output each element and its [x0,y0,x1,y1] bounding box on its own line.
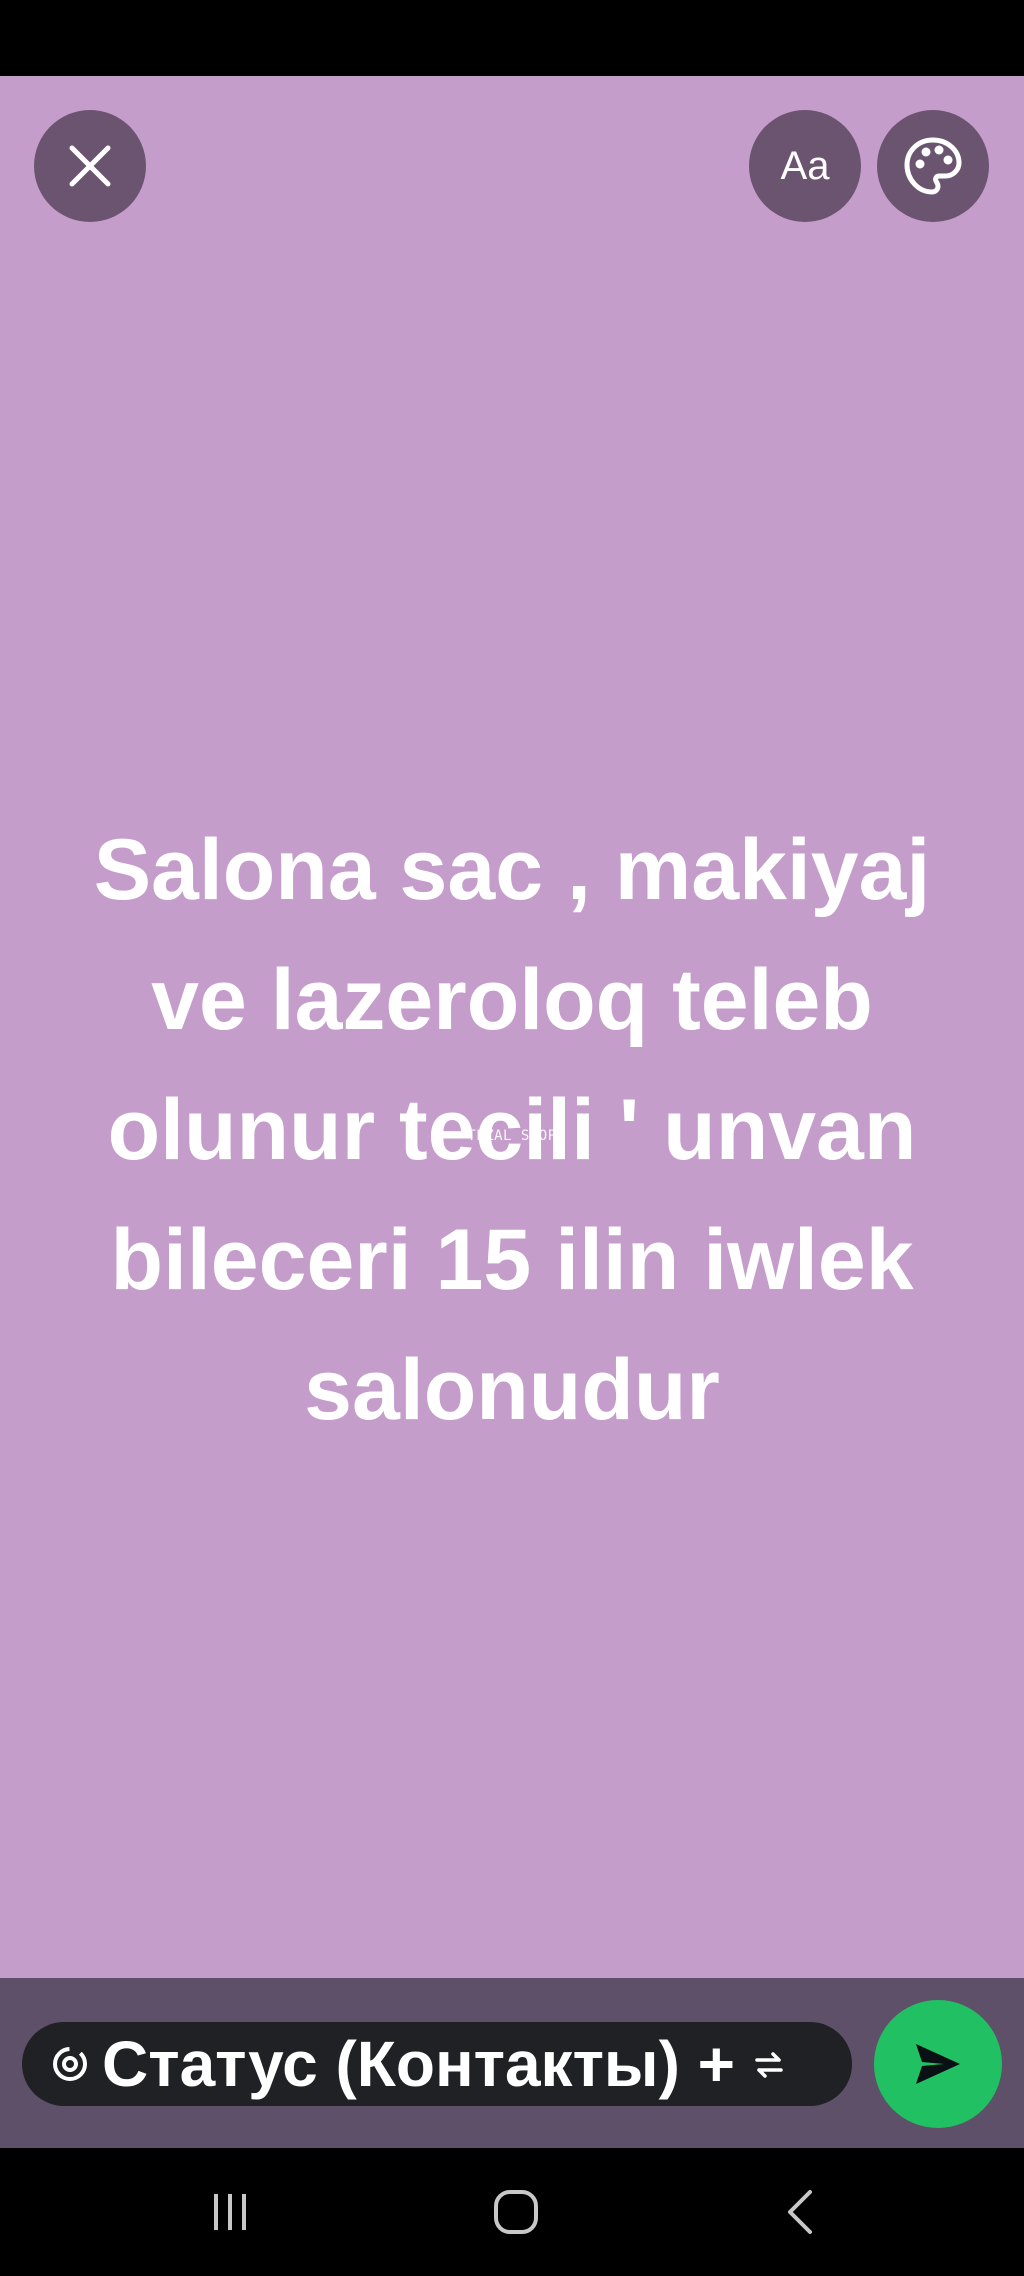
recents-button[interactable] [190,2180,270,2244]
font-style-button[interactable]: Aa [749,110,861,222]
home-icon [494,2190,538,2234]
recents-icon [214,2194,246,2230]
send-button[interactable] [874,2000,1002,2128]
palette-icon [904,137,962,195]
status-composer-screen: Aa Salona sac , makiyaj ve lazeroloq tel… [0,0,1024,2276]
audience-fade [782,2022,852,2106]
back-icon [788,2190,812,2234]
close-icon [69,145,111,187]
home-button[interactable] [476,2180,556,2244]
back-button[interactable] [762,2180,842,2244]
system-status-bar [0,0,1024,76]
watermark-text: TEZAL SHOP [467,1128,557,1144]
send-icon [916,2044,960,2084]
background-color-button[interactable] [877,110,989,222]
font-style-label: Aa [780,143,830,188]
status-ring-icon [53,2047,87,2081]
audience-selector[interactable]: Статус (Контакты) + [22,2022,852,2106]
audience-label: Статус (Контакты) + [102,2028,736,2100]
close-button[interactable] [34,110,146,222]
